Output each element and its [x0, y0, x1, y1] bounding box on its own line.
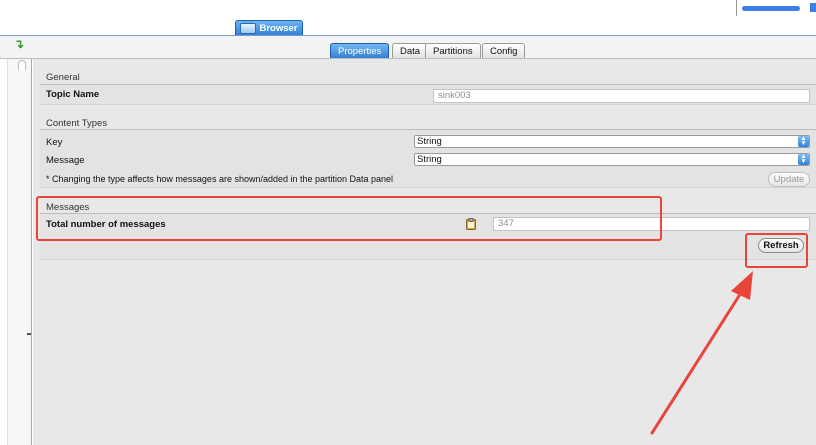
top-divider-line — [736, 0, 737, 16]
top-corner-widget — [810, 3, 816, 12]
browser-icon — [240, 23, 257, 34]
key-label: Key — [46, 137, 63, 148]
annotation-arrow — [650, 271, 753, 435]
browser-tab-label: Browser — [259, 23, 298, 34]
tab-config[interactable]: Config — [482, 43, 526, 59]
left-panel-handle[interactable] — [18, 60, 26, 70]
key-type-select[interactable]: String ▲ ▼ — [414, 135, 810, 148]
select-stepper-icon: ▲ ▼ — [798, 135, 809, 147]
messages-highlight-box — [36, 196, 662, 241]
content-type-note: * Changing the type affects how messages… — [46, 174, 394, 184]
message-label: Message — [46, 155, 85, 166]
left-tree-panel — [8, 59, 32, 445]
browser-tab[interactable]: Browser — [235, 20, 303, 36]
green-arrow-icon[interactable]: ↴ — [13, 38, 25, 50]
left-margin — [0, 59, 8, 445]
key-type-value: String — [417, 136, 442, 147]
top-bar — [0, 0, 816, 36]
update-button[interactable]: Update — [768, 172, 810, 187]
select-stepper-icon: ▲ ▼ — [798, 153, 809, 165]
content-types-section-title: Content Types — [46, 118, 108, 129]
message-type-value: String — [417, 154, 442, 165]
topic-name-field[interactable]: sink003 — [433, 89, 810, 103]
tab-partitions[interactable]: Partitions — [425, 43, 481, 59]
general-section-title: General — [46, 72, 80, 83]
top-progress-bar — [742, 6, 800, 11]
splitter-handle[interactable] — [27, 333, 31, 335]
tab-data[interactable]: Data — [392, 43, 429, 59]
topic-name-label: Topic Name — [46, 89, 100, 100]
message-type-select[interactable]: String ▲ ▼ — [414, 153, 810, 166]
tab-properties[interactable]: Properties — [330, 43, 390, 59]
